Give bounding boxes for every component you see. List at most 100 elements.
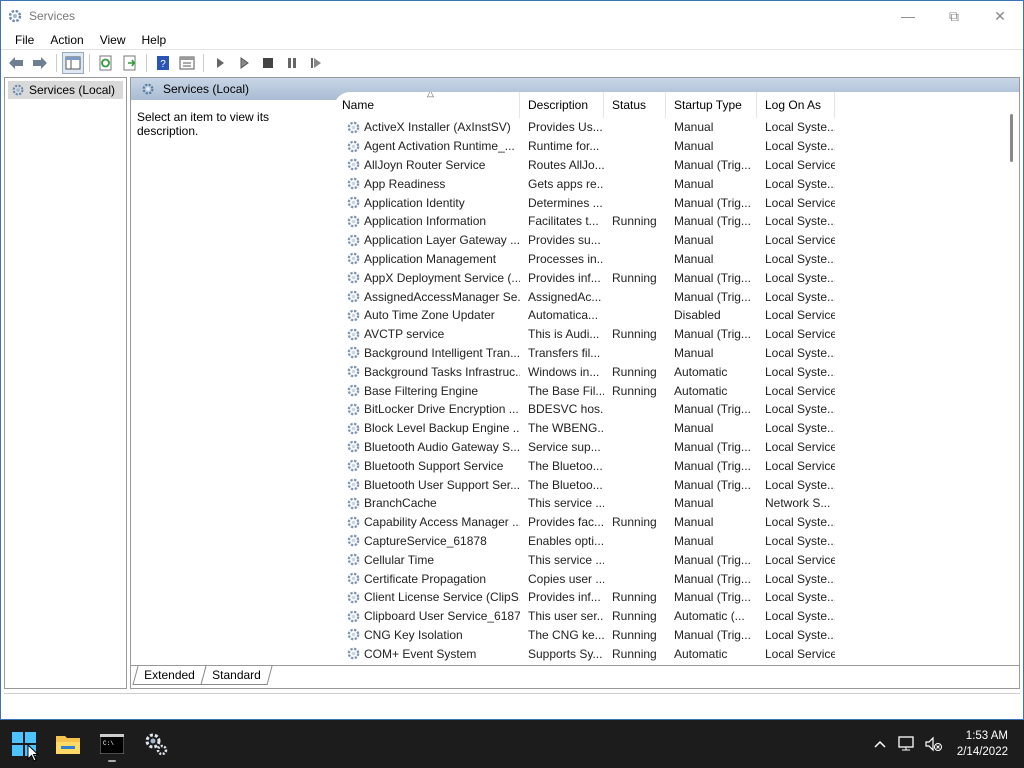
folder-icon (56, 736, 80, 754)
table-row[interactable]: Capability Access Manager ... Provides fa… (334, 513, 1019, 532)
minimize-button[interactable]: — (885, 1, 931, 31)
table-row[interactable]: ActiveX Installer (AxInstSV) Provides Us.… (334, 118, 1019, 137)
table-row[interactable]: COM+ Event System Supports Sy... Running Au… (334, 644, 1019, 663)
table-row[interactable]: Auto Time Zone Updater Automatica... Disab… (334, 306, 1019, 325)
title-bar[interactable]: Services — ⧉ ✕ (1, 1, 1023, 31)
service-gear-icon (347, 290, 360, 303)
table-row[interactable]: AllJoyn Router Service Routes AllJo... Man… (334, 156, 1019, 175)
service-name-cell: Capability Access Manager ... (334, 515, 520, 530)
table-row[interactable]: Application Layer Gateway ... Provides su… (334, 231, 1019, 250)
list-header: △ Name Description Status Startup Type L… (334, 92, 1019, 118)
table-row[interactable]: Bluetooth Support Service The Bluetoo... M… (334, 456, 1019, 475)
service-logon-cell: Local Service (765, 552, 835, 567)
service-logon-cell: Local Syste... (765, 139, 835, 154)
show-hide-console-tree-button[interactable] (62, 52, 84, 74)
table-row[interactable]: CNG Key Isolation The CNG ke... Running Man… (334, 626, 1019, 645)
table-row[interactable]: Clipboard User Service_61878 This user se… (334, 607, 1019, 626)
table-row[interactable]: Background Intelligent Tran... Transfers … (334, 344, 1019, 363)
table-row[interactable]: BitLocker Drive Encryption ... BDESVC hos… (334, 400, 1019, 419)
service-description-cell: Routes AllJo... (528, 157, 604, 172)
service-description-cell: Determines ... (528, 195, 603, 210)
volume-muted-icon (925, 736, 942, 752)
table-row[interactable]: Client License Service (ClipS... Provides… (334, 588, 1019, 607)
clock[interactable]: 1:53 AM 2/14/2022 (957, 728, 1008, 760)
service-name: Agent Activation Runtime_... (364, 139, 515, 154)
file-explorer-button[interactable] (48, 724, 88, 764)
table-row[interactable]: AppX Deployment Service (... Provides inf… (334, 268, 1019, 287)
start-service-alt-button[interactable] (233, 52, 255, 74)
clock-time: 1:53 AM (965, 730, 1008, 742)
table-row[interactable]: Agent Activation Runtime_... Runtime for.… (334, 137, 1019, 156)
menu-view[interactable]: View (92, 33, 134, 47)
vertical-scrollbar[interactable] (1005, 92, 1019, 666)
table-row[interactable]: Background Tasks Infrastruc... Windows in… (334, 362, 1019, 381)
service-name: CNG Key Isolation (364, 627, 463, 642)
refresh-button[interactable] (95, 52, 117, 74)
column-header-description[interactable]: Description (520, 92, 604, 118)
service-logon-cell: Local Syste... (765, 533, 835, 548)
service-logon-cell: Local Syste... (765, 515, 835, 530)
tree-item-services-local[interactable]: Services (Local) (8, 81, 123, 99)
network-button[interactable] (895, 732, 919, 756)
stop-icon (263, 58, 273, 68)
service-description-cell: Automatica... (528, 308, 599, 323)
table-row[interactable]: Base Filtering Engine The Base Fil... Runn… (334, 381, 1019, 400)
menu-action[interactable]: Action (42, 33, 91, 47)
maximize-button[interactable]: ⧉ (931, 1, 977, 31)
table-row[interactable]: AVCTP service This is Audi... Running Manua… (334, 325, 1019, 344)
service-name-cell: BranchCache (334, 496, 520, 511)
service-gear-icon (347, 610, 360, 622)
service-name: AVCTP service (364, 327, 445, 342)
column-header-startup-type[interactable]: Startup Type (666, 92, 757, 118)
main-area: Services (Local) Services (Local) Select… (4, 77, 1020, 689)
service-status-cell: Running (612, 327, 657, 342)
service-startup-cell: Manual (Trig... (674, 627, 751, 642)
column-header-status[interactable]: Status (604, 92, 666, 118)
table-row[interactable]: AssignedAccessManager Se... AssignedAc...… (334, 287, 1019, 306)
services-window: Services — ⧉ ✕ File Action View Help ? S… (0, 0, 1024, 720)
menu-file[interactable]: File (7, 33, 42, 47)
service-name-cell: AssignedAccessManager Se... (334, 289, 520, 304)
table-row[interactable]: Block Level Backup Engine ... The WBENG..… (334, 419, 1019, 438)
service-startup-cell: Automatic (... (674, 609, 745, 624)
export-list-button[interactable] (119, 52, 141, 74)
scrollbar-thumb[interactable] (1010, 114, 1013, 162)
help-button[interactable]: ? (152, 52, 174, 74)
table-row[interactable]: Certificate Propagation Copies user ... Ma… (334, 569, 1019, 588)
table-row[interactable]: Bluetooth User Support Ser... The Bluetoo… (334, 475, 1019, 494)
service-logon-cell: Local Syste... (765, 571, 835, 586)
stop-service-button[interactable] (257, 52, 279, 74)
service-gear-icon (347, 215, 360, 228)
column-header-log-on-as[interactable]: Log On As (757, 92, 835, 118)
table-row[interactable]: BranchCache This service ... Manual Network… (334, 494, 1019, 513)
show-hidden-icons-button[interactable] (868, 732, 892, 756)
service-logon-cell: Local Syste... (765, 289, 835, 304)
forward-button[interactable] (29, 52, 51, 74)
table-row[interactable]: Application Management Processes in... Man… (334, 250, 1019, 269)
table-row[interactable]: Application Identity Determines ... Manual… (334, 193, 1019, 212)
services-taskbar-button[interactable] (136, 724, 176, 764)
table-row[interactable]: Bluetooth Audio Gateway S... Service sup.… (334, 438, 1019, 457)
help-icon: ? (157, 56, 169, 70)
start-service-button[interactable] (209, 52, 231, 74)
command-prompt-button[interactable]: C:\ (92, 724, 132, 764)
tab-standard[interactable]: Standard (200, 666, 272, 685)
table-row[interactable]: Cellular Time This service ... Manual (Tri… (334, 550, 1019, 569)
pause-service-button[interactable] (281, 52, 303, 74)
service-name: COM+ Event System (364, 646, 477, 661)
service-description-cell: Provides inf... (528, 270, 601, 285)
table-row[interactable]: CaptureService_61878 Enables opti... Manua… (334, 532, 1019, 551)
volume-button[interactable] (922, 732, 946, 756)
service-name-cell: Client License Service (ClipS... (334, 590, 520, 605)
properties-button[interactable] (176, 52, 198, 74)
service-startup-cell: Manual (674, 139, 714, 154)
restart-service-button[interactable] (305, 52, 327, 74)
service-logon-cell: Local Syste... (765, 345, 835, 360)
tab-extended[interactable]: Extended (132, 666, 207, 685)
table-row[interactable]: Application Information Facilitates t... R… (334, 212, 1019, 231)
back-button[interactable] (5, 52, 27, 74)
table-row[interactable]: App Readiness Gets apps re... Manual Local … (334, 174, 1019, 193)
close-button[interactable]: ✕ (977, 1, 1023, 31)
service-logon-cell: Local Service (765, 327, 835, 342)
menu-help[interactable]: Help (134, 33, 175, 47)
